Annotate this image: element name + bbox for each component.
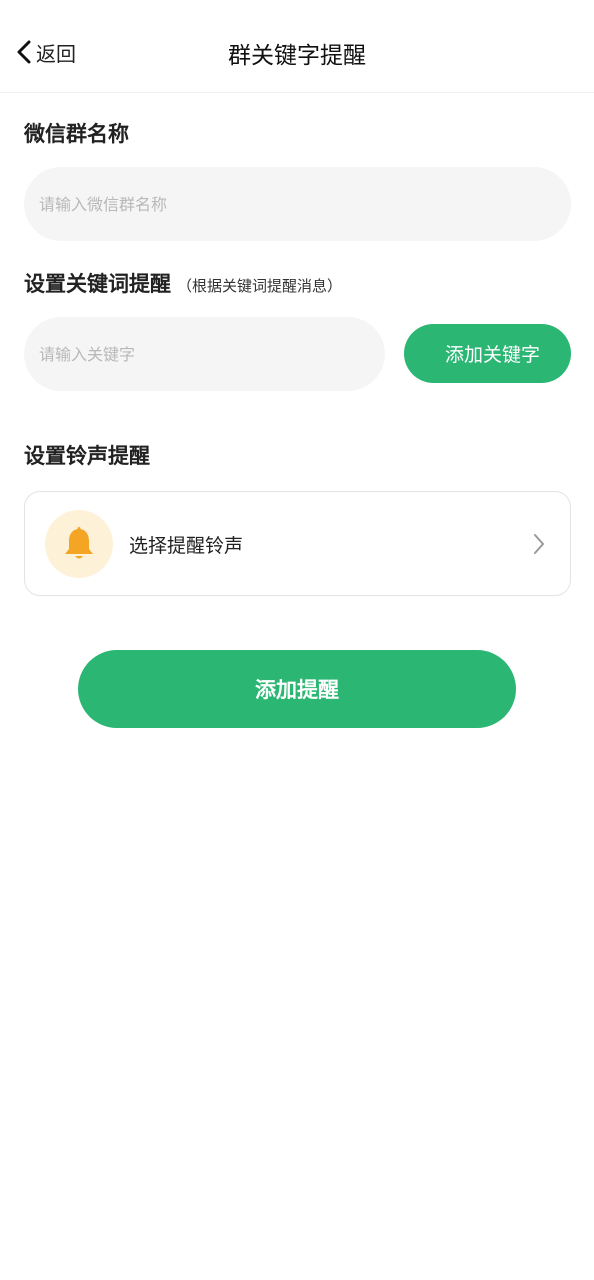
bell-icon xyxy=(65,527,93,559)
chevron-right-icon xyxy=(534,534,544,554)
add-keyword-button[interactable]: 添加关键字 xyxy=(404,324,571,383)
group-name-title-text: 微信群名称 xyxy=(24,122,129,146)
page: 返回 群关键字提醒 微信群名称 设置关键词提醒 （根据关键词提醒消息） 添加关键… xyxy=(0,0,594,1280)
ringtone-section-title: 设置铃声提醒 xyxy=(24,440,150,470)
select-ringtone-label: 选择提醒铃声 xyxy=(129,535,244,557)
page-title: 群关键字提醒 xyxy=(228,43,366,69)
bell-icon-badge xyxy=(45,510,113,578)
add-reminder-button[interactable]: 添加提醒 xyxy=(78,650,516,728)
keyword-subtitle: （根据关键词提醒消息） xyxy=(177,277,343,295)
group-name-input[interactable] xyxy=(24,167,571,241)
keyword-title-text: 设置关键词提醒 xyxy=(24,272,171,296)
keyword-section-title: 设置关键词提醒 （根据关键词提醒消息） xyxy=(24,268,342,298)
nav-bar: 返回 群关键字提醒 xyxy=(0,0,594,93)
keyword-input[interactable] xyxy=(24,317,385,391)
ringtone-title-text: 设置铃声提醒 xyxy=(24,444,150,468)
select-ringtone-row[interactable]: 选择提醒铃声 xyxy=(24,491,571,596)
group-name-title: 微信群名称 xyxy=(24,118,129,148)
